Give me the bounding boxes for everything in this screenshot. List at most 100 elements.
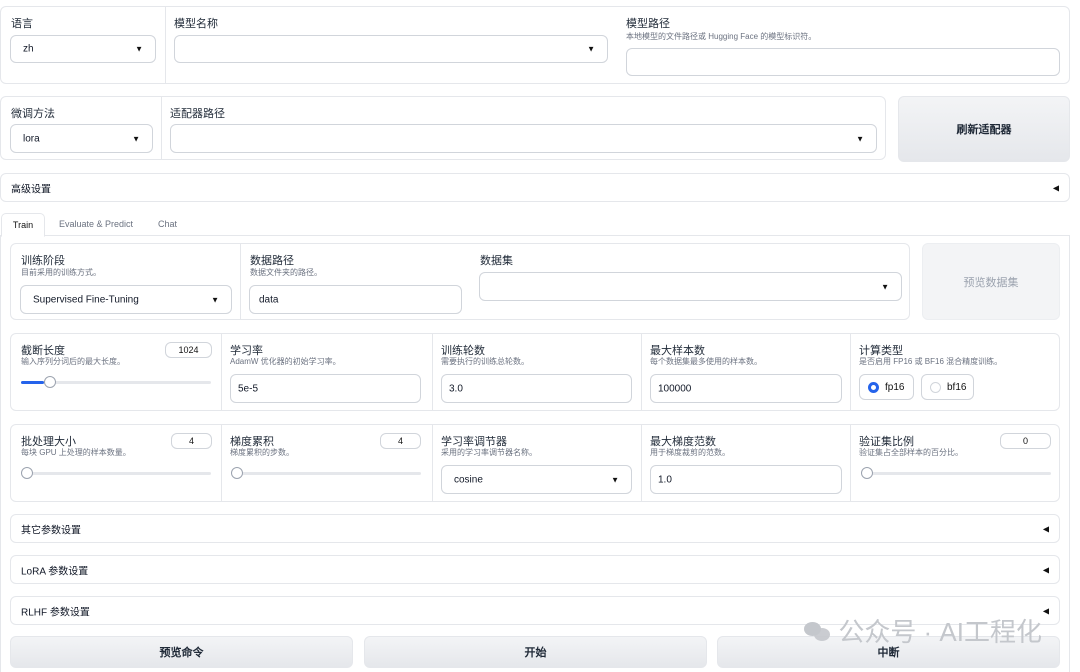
model-path-input[interactable] xyxy=(626,48,1060,76)
radio-bf16-label: bf16 xyxy=(947,381,967,393)
lr-value: 5e-5 xyxy=(238,383,259,394)
tab-evaluate[interactable]: Evaluate & Predict xyxy=(59,219,133,229)
triangle-left-icon: ◀ xyxy=(1042,606,1049,615)
max-samples-value: 100000 xyxy=(658,383,692,394)
radio-bf16[interactable]: bf16 xyxy=(921,374,974,400)
language-select[interactable]: zh ▼ xyxy=(10,35,156,63)
language-cell: 语言 zh ▼ xyxy=(1,7,165,83)
dataset-label: 数据集 xyxy=(480,255,513,267)
adapter-select[interactable]: ▼ xyxy=(170,124,877,153)
caret-down-icon: ▼ xyxy=(881,282,889,291)
adapter-cell: 适配器路径 ▼ xyxy=(162,97,887,159)
watermark-text: 公众号 · AI工程化 xyxy=(838,617,1042,647)
model-path-cell: 模型路径 本地模型的文件路径或 Hugging Face 的模型标识符。 xyxy=(616,7,1071,83)
epochs-input[interactable]: 3.0 xyxy=(441,374,632,403)
triangle-left-icon: ◀ xyxy=(1042,565,1049,574)
model-name-label: 模型名称 xyxy=(174,18,218,30)
cutoff-number[interactable]: 1024 xyxy=(165,342,212,358)
slider-thumb[interactable] xyxy=(861,467,873,479)
max-samples-input[interactable]: 100000 xyxy=(650,374,842,403)
slider-thumb[interactable] xyxy=(21,467,33,479)
triangle-left-icon: ◀ xyxy=(1052,183,1059,192)
batch-hint: 每块 GPU 上处理的样本数量。 xyxy=(21,448,131,457)
params-panel-2: 批处理大小 每块 GPU 上处理的样本数量。 4 梯度累积 梯度累积的步数。 4… xyxy=(10,424,1060,502)
maxgrad-input[interactable]: 1.0 xyxy=(650,465,842,494)
cutoff-hint: 输入序列分词后的最大长度。 xyxy=(21,357,125,366)
epochs-value: 3.0 xyxy=(449,383,463,394)
caret-down-icon: ▼ xyxy=(135,44,143,54)
refresh-adapter-button[interactable]: 刷新适配器 xyxy=(898,96,1070,162)
adapter-label: 适配器路径 xyxy=(170,108,225,120)
epochs-cell: 训练轮数 需要执行的训练总轮数。 3.0 xyxy=(433,334,641,410)
lr-input[interactable]: 5e-5 xyxy=(230,374,421,403)
slider-thumb[interactable] xyxy=(43,376,56,388)
lr-cell: 学习率 AdamW 优化器的初始学习率。 5e-5 xyxy=(222,334,432,410)
radio-dot-bf16 xyxy=(930,381,941,393)
finetune-label: 微调方法 xyxy=(11,108,55,120)
valsize-hint: 验证集占全部样本的百分比。 xyxy=(859,448,963,457)
wechat-icon xyxy=(804,620,832,642)
params-panel-1: 截断长度 输入序列分词后的最大长度。 1024 学习率 AdamW 优化器的初始… xyxy=(10,333,1060,411)
finetune-cell: 微调方法 lora ▼ xyxy=(1,97,161,159)
max-samples-hint: 每个数据集最多使用的样本数。 xyxy=(650,357,762,366)
lr-hint: AdamW 优化器的初始学习率。 xyxy=(230,357,341,366)
advanced-settings-accordion[interactable]: 高级设置 ◀ xyxy=(0,173,1070,202)
model-config-panel: 语言 zh ▼ 模型名称 ▼ 模型路径 本地模型的文件路径或 Hugging F… xyxy=(0,6,1070,84)
radio-fp16[interactable]: fp16 xyxy=(859,374,914,400)
scheduler-select[interactable]: cosine ▼ xyxy=(441,465,632,494)
tab-chat[interactable]: Chat xyxy=(158,219,177,229)
epochs-hint: 需要执行的训练总轮数。 xyxy=(441,357,529,366)
max-samples-cell: 最大样本数 每个数据集最多使用的样本数。 100000 xyxy=(642,334,850,410)
tab-train-label: Train xyxy=(12,220,34,230)
accum-number[interactable]: 4 xyxy=(380,433,421,449)
scheduler-cell: 学习率调节器 采用的学习率调节器名称。 cosine ▼ xyxy=(433,425,641,501)
start-button[interactable]: 开始 xyxy=(364,636,707,668)
stage-panel: 训练阶段 目前采用的训练方式。 Supervised Fine-Tuning ▼… xyxy=(10,243,910,320)
preview-dataset-button[interactable]: 预览数据集 xyxy=(922,243,1060,320)
batch-number[interactable]: 4 xyxy=(171,433,212,449)
scheduler-value: cosine xyxy=(454,474,483,485)
cutoff-slider[interactable] xyxy=(21,376,211,388)
dataset-select[interactable]: ▼ xyxy=(479,272,902,301)
language-label: 语言 xyxy=(11,18,33,30)
compute-cell: 计算类型 是否启用 FP16 或 BF16 混合精度训练。 fp16 bf16 xyxy=(851,334,1061,410)
scheduler-hint: 采用的学习率调节器名称。 xyxy=(441,448,537,457)
datapath-value: data xyxy=(259,294,279,305)
watermark: 公众号 · AI工程化 xyxy=(804,612,1042,649)
slider-fill xyxy=(21,381,44,384)
stage-cell: 训练阶段 目前采用的训练方式。 Supervised Fine-Tuning ▼ xyxy=(11,244,240,319)
valsize-slider[interactable] xyxy=(861,467,1051,479)
maxgrad-hint: 用于梯度裁剪的范数。 xyxy=(650,448,730,457)
batch-slider[interactable] xyxy=(21,467,211,479)
caret-down-icon: ▼ xyxy=(856,134,864,143)
slider-thumb[interactable] xyxy=(231,467,243,479)
stage-label: 训练阶段 xyxy=(21,255,65,267)
datapath-cell: 数据路径 数据文件夹的路径。 data xyxy=(241,244,471,319)
maxgrad-cell: 最大梯度范数 用于梯度裁剪的范数。 1.0 xyxy=(642,425,850,501)
lora-params-accordion[interactable]: LoRA 参数设置 ◀ xyxy=(10,555,1060,584)
accum-slider[interactable] xyxy=(231,467,421,479)
maxgrad-value: 1.0 xyxy=(658,474,672,485)
preview-command-button[interactable]: 预览命令 xyxy=(10,636,353,668)
compute-hint: 是否启用 FP16 或 BF16 混合精度训练。 xyxy=(859,357,1003,366)
other-params-accordion[interactable]: 其它参数设置 ◀ xyxy=(10,514,1060,543)
model-name-select[interactable]: ▼ xyxy=(174,35,608,63)
caret-down-icon: ▼ xyxy=(132,134,140,143)
tab-train[interactable]: Train xyxy=(1,213,45,237)
advanced-settings-label: 高级设置 xyxy=(11,184,51,195)
accum-hint: 梯度累积的步数。 xyxy=(230,448,294,457)
model-path-hint: 本地模型的文件路径或 Hugging Face 的模型标识符。 xyxy=(626,32,817,41)
valsize-cell: 验证集比例 验证集占全部样本的百分比。 0 xyxy=(851,425,1061,501)
model-name-cell: 模型名称 ▼ xyxy=(166,7,616,83)
stage-value: Supervised Fine-Tuning xyxy=(33,294,139,305)
valsize-number[interactable]: 0 xyxy=(1000,433,1051,449)
finetune-value: lora xyxy=(23,133,40,144)
model-path-label: 模型路径 xyxy=(626,18,670,30)
datapath-hint: 数据文件夹的路径。 xyxy=(250,268,322,277)
caret-down-icon: ▼ xyxy=(587,44,595,54)
finetune-select[interactable]: lora ▼ xyxy=(10,124,153,153)
datapath-input[interactable]: data xyxy=(249,285,462,314)
caret-down-icon: ▼ xyxy=(211,295,219,304)
stage-select[interactable]: Supervised Fine-Tuning ▼ xyxy=(20,285,232,314)
adapter-config-panel: 微调方法 lora ▼ 适配器路径 ▼ xyxy=(0,96,886,160)
